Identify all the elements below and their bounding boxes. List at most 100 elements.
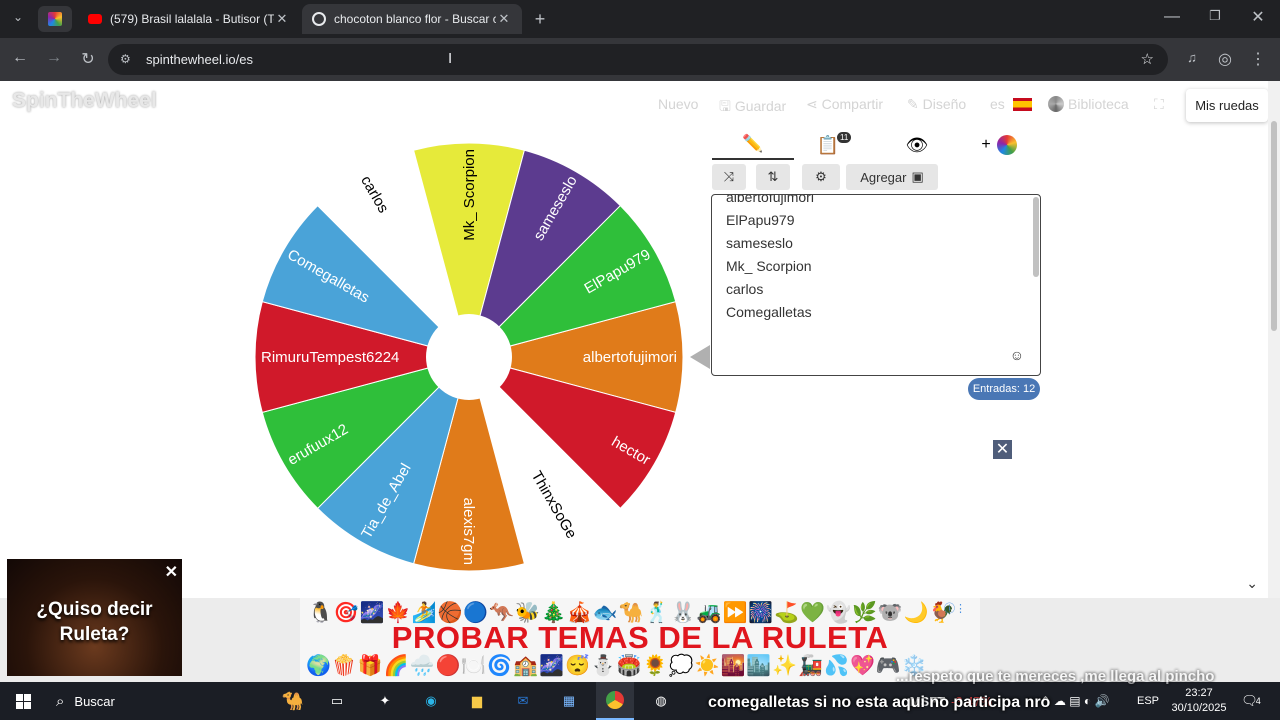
tab-label: chocoton blanco flor - Buscar c <box>334 12 496 26</box>
clock[interactable]: 23:27 30/10/2025 <box>1166 682 1232 720</box>
roulette-ad-line2: Ruleta? <box>59 624 130 645</box>
notifications-icon[interactable]: 🗨 4 <box>1238 682 1264 720</box>
tab-edit[interactable]: ✏️ <box>712 130 794 160</box>
new-tab-icon[interactable]: + <box>528 9 552 30</box>
nav-biblioteca[interactable]: Biblioteca <box>1048 96 1129 112</box>
tab-add-color[interactable]: + <box>958 130 1040 160</box>
textarea-scrollbar[interactable] <box>1033 197 1039 277</box>
file-explorer-icon[interactable]: ▆ <box>464 682 490 720</box>
task-view-icon[interactable]: ▭ <box>324 682 350 720</box>
pinned-tab[interactable] <box>38 6 72 32</box>
clock-date: 30/10/2025 <box>1171 702 1227 714</box>
entry-row: carlos <box>726 281 764 297</box>
page-content: SpinTheWheel Nuevo 🖫 Guardar ⋖ Compartir… <box>0 81 1280 598</box>
plus-icon: + <box>981 136 991 153</box>
pencil-icon: ✎ <box>907 96 923 112</box>
roulette-ad-text: ¿Quiso decir Ruleta? <box>7 597 182 647</box>
edge-icon[interactable]: ◉ <box>418 682 444 720</box>
share-icon: ⋖ <box>806 96 822 112</box>
wheel-segment-label: albertofujimori <box>583 349 677 366</box>
sort-button[interactable]: ⇅ <box>756 164 790 190</box>
close-tab-icon[interactable]: ✕ <box>496 11 512 27</box>
outlook-icon[interactable]: ✉ <box>510 682 536 720</box>
nav-guardar-label: Guardar <box>734 98 787 114</box>
add-image-button[interactable]: Agregar ▣ <box>846 164 938 190</box>
site-info-icon[interactable]: ⚙ <box>120 52 131 66</box>
clock-time: 23:27 <box>1185 687 1213 699</box>
restore-icon[interactable]: ❐ <box>1203 8 1227 24</box>
wheel-segment-label: alexis7gm <box>460 497 477 565</box>
windows-taskbar: ⌕ Buscar 🐪 ▭ ✦ ◉ ▆ ✉ ▦ ◍ MSFT -3.47% ⌃ ☁… <box>0 682 1280 720</box>
windows-start-icon[interactable] <box>8 682 38 720</box>
stream-chat-line2: comegalletas si no esta aqui no particip… <box>708 694 1051 711</box>
browser-toolbar: ← → ↻ ⚙ spinthewheel.io/es I ☆ ♫ ◎ ⋮ <box>0 38 1280 81</box>
tab-google-search[interactable]: chocoton blanco flor - Buscar c ✕ <box>302 4 522 34</box>
scrollbar-thumb[interactable] <box>1271 121 1277 331</box>
library-icon <box>1048 96 1064 112</box>
stream-chat-line1: ...respeto que te mereces ,me llega al p… <box>896 668 1215 685</box>
entry-row: ElPapu979 <box>726 212 795 228</box>
entry-row: albertofujimori <box>726 194 814 205</box>
roulette-ad[interactable]: ¿Quiso decir Ruleta? ✕ <box>7 559 182 676</box>
nav-diseno-label: Diseño <box>922 96 967 112</box>
browser-tab-strip: ⌄ (579) Brasil lalalala - Butisor (Tc ✕ … <box>0 0 1280 38</box>
scroll-down-icon[interactable]: ⌄ <box>1246 575 1258 592</box>
nav-compartir[interactable]: ⋖ Compartir <box>806 96 883 113</box>
tab-hidden[interactable]: 👁 <box>876 130 958 160</box>
page-scrollbar[interactable] <box>1268 81 1280 598</box>
gear-icon: ⚙ <box>815 169 827 184</box>
address-bar[interactable]: ⚙ spinthewheel.io/es I ☆ <box>108 44 1168 75</box>
tab-youtube[interactable]: (579) Brasil lalalala - Butisor (Tc ✕ <box>78 4 300 34</box>
forward-icon[interactable]: → <box>42 49 66 67</box>
nav-diseno[interactable]: ✎ Diseño <box>907 96 966 113</box>
site-logo[interactable]: SpinTheWheel <box>12 89 157 113</box>
pencil-icon: ✏️ <box>742 134 764 153</box>
back-icon[interactable]: ← <box>8 49 32 67</box>
tab-results[interactable]: 📋 11 <box>794 130 876 160</box>
wheel-center[interactable] <box>426 314 512 400</box>
spin-wheel[interactable]: albertofujimorihectorThinxSoGealexis7gmT… <box>250 141 710 581</box>
store-icon[interactable]: ▦ <box>556 682 582 720</box>
emoji-strip-bottom: 🌍🍿🎁🌈🌧️🔴🍽️🌀🏫🌌😴⛄🏟️🌻💭☀️🌇🏙️✨🚂💦💖🎮❄️ <box>306 655 928 677</box>
panel-tabs: ✏️ 📋 11 👁 + <box>712 130 1040 160</box>
clipboard-icon: 📋 <box>816 134 840 155</box>
nav-language[interactable]: es <box>990 96 1032 112</box>
settings-button[interactable]: ⚙ <box>802 164 840 190</box>
app-icon[interactable]: ◍ <box>648 682 674 720</box>
tab-label: (579) Brasil lalalala - Butisor (Tc <box>110 12 274 26</box>
copilot-icon[interactable]: ✦ <box>372 682 398 720</box>
close-ad-icon[interactable]: ✕ <box>165 562 178 582</box>
media-controls-icon[interactable]: ♫ <box>1180 50 1204 65</box>
entries-textarea[interactable]: albertofujimori ElPapu979 sameseslo Mk_ … <box>711 194 1041 376</box>
reload-icon[interactable]: ↻ <box>76 49 100 69</box>
nav-nuevo[interactable]: Nuevo <box>658 96 698 112</box>
results-badge: 11 <box>837 131 852 143</box>
bookmark-star-icon[interactable]: ☆ <box>1141 50 1154 68</box>
chrome-logo <box>606 691 624 709</box>
themes-banner-ad[interactable]: 🐧🎯🌌🍁🏄🏀🔵🦘🐝🎄🎪🐟🐪🕺🐰🚜⏩🎆⛳💚👻🌿🐨🌙🐓 PROBAR TEMAS D… <box>300 598 980 682</box>
input-language[interactable]: ESP <box>1134 682 1162 720</box>
menu-icon[interactable]: ⋮ <box>1246 49 1270 69</box>
shuffle-icon: ⤨ <box>723 169 735 184</box>
color-wheel-icon <box>996 135 1017 155</box>
nav-biblioteca-label: Biblioteca <box>1068 96 1129 112</box>
wheel-pointer-icon <box>690 345 710 369</box>
taskbar-search[interactable]: ⌕ Buscar 🐪 <box>50 682 310 720</box>
wheel-segment-label: RimuruTempest6224 <box>261 349 399 366</box>
ad-info-icon[interactable]: ⓘ⋮ <box>944 600 966 616</box>
chrome-icon[interactable] <box>596 682 634 720</box>
banner-headline: PROBAR TEMAS DE LA RULETA <box>391 620 889 655</box>
shuffle-button[interactable]: ⤨ <box>712 164 746 190</box>
close-tab-icon[interactable]: ✕ <box>274 11 290 27</box>
close-ad-icon[interactable]: ✕ <box>993 440 1012 459</box>
entry-row: Mk_ Scorpion <box>726 258 812 274</box>
nav-guardar[interactable]: 🖫 Guardar <box>719 96 786 120</box>
emoji-icon[interactable]: ☺ <box>1010 347 1024 363</box>
close-window-icon[interactable]: ✕ <box>1246 7 1270 27</box>
minimize-icon[interactable]: — <box>1160 8 1184 26</box>
youtube-icon <box>88 14 102 24</box>
tab-list-icon[interactable]: ⌄ <box>6 10 30 24</box>
my-wheels-button[interactable]: Mis ruedas <box>1186 89 1268 122</box>
fullscreen-icon[interactable]: ⛶ <box>1154 96 1164 113</box>
profile-icon[interactable]: ◎ <box>1213 49 1237 69</box>
